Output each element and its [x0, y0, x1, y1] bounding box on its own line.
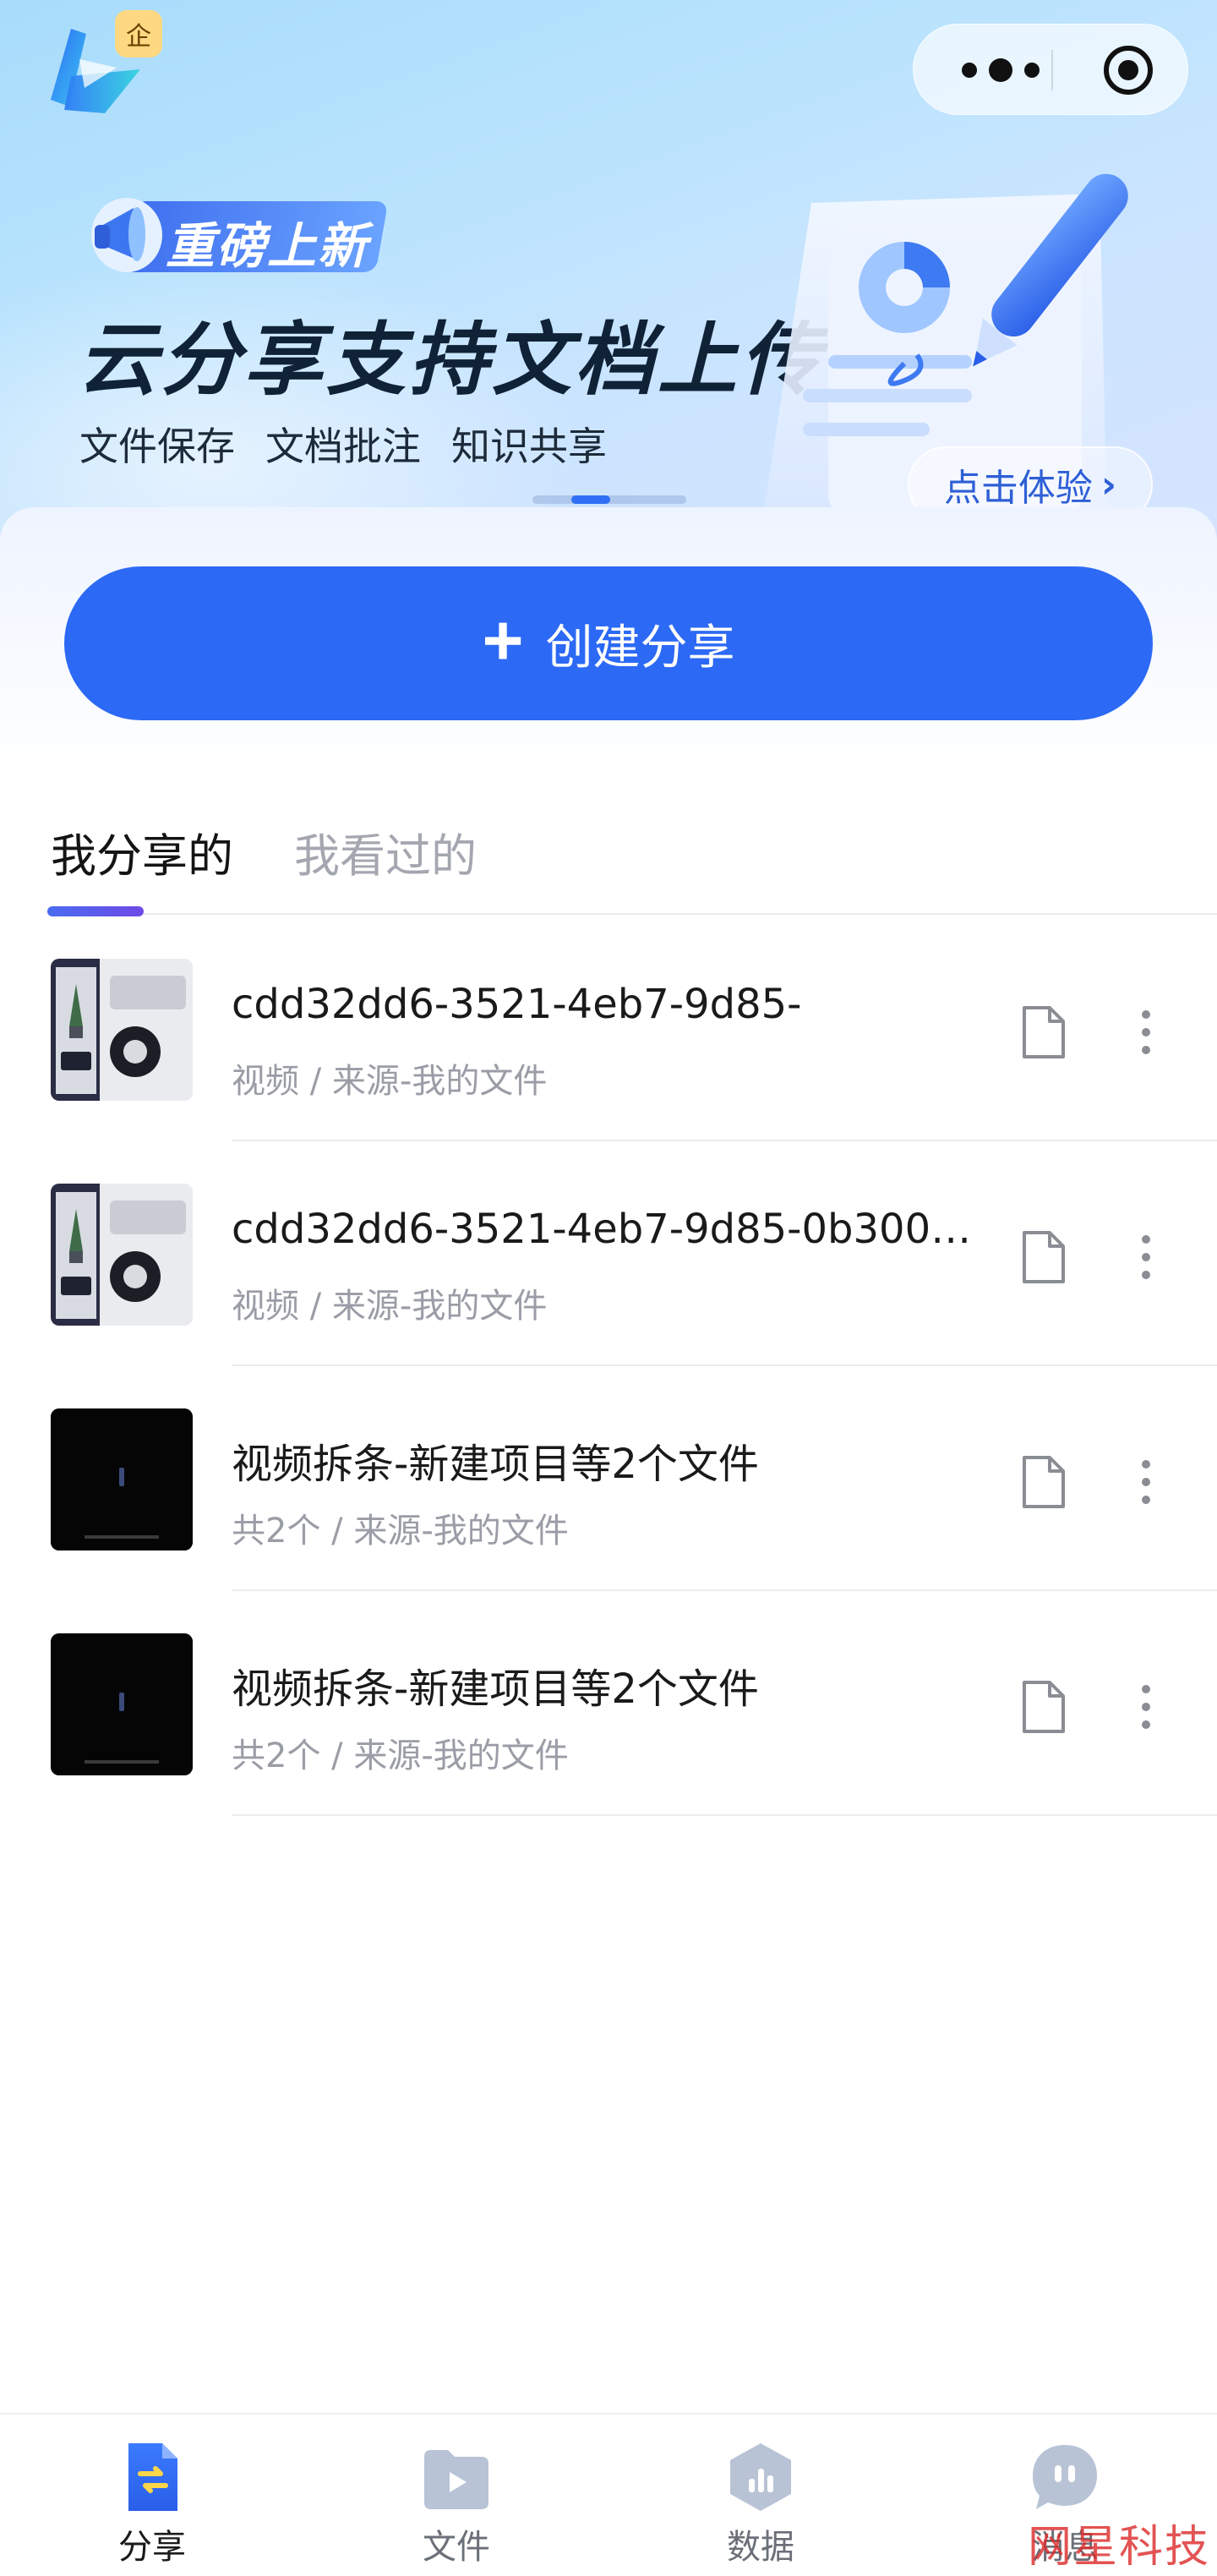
active-tab-indicator	[47, 906, 144, 916]
nav-label: 数据	[727, 2528, 794, 2567]
watermark-text: 网星科技	[1028, 2522, 1211, 2573]
video-thumbnail	[51, 959, 193, 1101]
share-doc-icon	[128, 2443, 177, 2511]
more-vertical-icon[interactable]	[1132, 1004, 1160, 1060]
document-icon[interactable]	[1021, 1454, 1067, 1510]
product-photo-icon	[51, 959, 193, 1101]
nav-label: 分享	[118, 2528, 186, 2567]
capsule-divider	[1051, 50, 1053, 90]
megaphone-icon	[91, 198, 162, 272]
list-item[interactable]: cdd32dd6-3521-4eb7-9d85- 视频 / 来源-我的文件	[0, 916, 1217, 1141]
enterprise-badge: 企	[115, 10, 162, 57]
share-meta: 视频 / 来源-我的文件	[232, 1287, 548, 1326]
nav-item-share[interactable]: 分享	[0, 2415, 304, 2576]
chat-bubble-icon	[1033, 2445, 1097, 2509]
chart-hexagon-icon	[730, 2443, 791, 2511]
video-folder-icon	[424, 2450, 488, 2509]
product-photo-icon	[51, 1184, 193, 1326]
more-vertical-icon[interactable]	[1132, 1229, 1160, 1285]
video-thumbnail	[51, 1408, 193, 1551]
share-meta: 共2个 / 来源-我的文件	[232, 1512, 569, 1551]
document-icon[interactable]	[1021, 1229, 1067, 1285]
feature-label: 知识共享	[451, 424, 607, 469]
new-release-badge: 重磅上新	[78, 188, 390, 275]
list-item[interactable]: 视频拆条-新建项目等2个文件 共2个 / 来源-我的文件	[0, 1366, 1217, 1591]
more-dots-icon[interactable]	[954, 55, 1047, 85]
dark-video-frame-icon	[51, 1408, 193, 1551]
plus-icon: +	[482, 600, 524, 680]
share-meta: 共2个 / 来源-我的文件	[232, 1736, 569, 1775]
create-share-label: 创建分享	[545, 620, 735, 674]
nav-item-files[interactable]: 文件	[304, 2415, 608, 2576]
video-thumbnail	[51, 1633, 193, 1775]
nav-label: 文件	[423, 2528, 490, 2567]
try-now-label: 点击体验	[943, 467, 1093, 510]
row-divider	[232, 1814, 1217, 1816]
share-title: 视频拆条-新建项目等2个文件	[232, 1441, 759, 1488]
document-icon[interactable]	[1021, 1004, 1067, 1060]
document-icon[interactable]	[1021, 1679, 1067, 1735]
feature-label: 文档批注	[265, 424, 421, 469]
chevron-right-icon: ›	[1100, 462, 1117, 506]
video-thumbnail	[51, 1184, 193, 1326]
badge-label: 重磅上新	[166, 217, 369, 275]
list-item[interactable]: cdd32dd6-3521-4eb7-9d85-0b3008e… 视频 / 来源…	[0, 1141, 1217, 1366]
share-meta: 视频 / 来源-我的文件	[232, 1062, 548, 1101]
promo-banner[interactable]: 企 重磅上新 云分享支持文档上传 文件保存 文档批注 知识共享 点击体验 ›	[0, 0, 1217, 541]
banner-headline: 云分享支持文档上传	[78, 314, 824, 407]
share-title: 视频拆条-新建项目等2个文件	[232, 1665, 759, 1713]
mini-program-capsule	[913, 24, 1188, 115]
nav-item-data[interactable]: 数据	[608, 2415, 913, 2576]
share-list: cdd32dd6-3521-4eb7-9d85- 视频 / 来源-我的文件 cd…	[0, 916, 1217, 1816]
banner-features: 文件保存 文档批注 知识共享	[79, 416, 607, 472]
carousel-indicator	[532, 495, 686, 504]
more-vertical-icon[interactable]	[1132, 1454, 1160, 1510]
feature-label: 文件保存	[79, 424, 235, 469]
tab-viewed[interactable]: 我看过的	[294, 818, 477, 920]
tabs-divider	[51, 913, 1217, 915]
create-share-button[interactable]: + 创建分享	[64, 566, 1153, 720]
share-title: cdd32dd6-3521-4eb7-9d85-0b3008e…	[232, 1206, 989, 1253]
tab-my-shares[interactable]: 我分享的	[51, 818, 233, 920]
share-tabs: 我分享的 我看过的	[51, 818, 477, 920]
dark-video-frame-icon	[51, 1633, 193, 1775]
more-vertical-icon[interactable]	[1132, 1679, 1160, 1735]
carousel-active-dot	[571, 495, 610, 504]
list-item[interactable]: 视频拆条-新建项目等2个文件 共2个 / 来源-我的文件	[0, 1591, 1217, 1816]
target-circle-icon[interactable]	[1101, 43, 1155, 97]
share-title: cdd32dd6-3521-4eb7-9d85-	[232, 981, 802, 1028]
